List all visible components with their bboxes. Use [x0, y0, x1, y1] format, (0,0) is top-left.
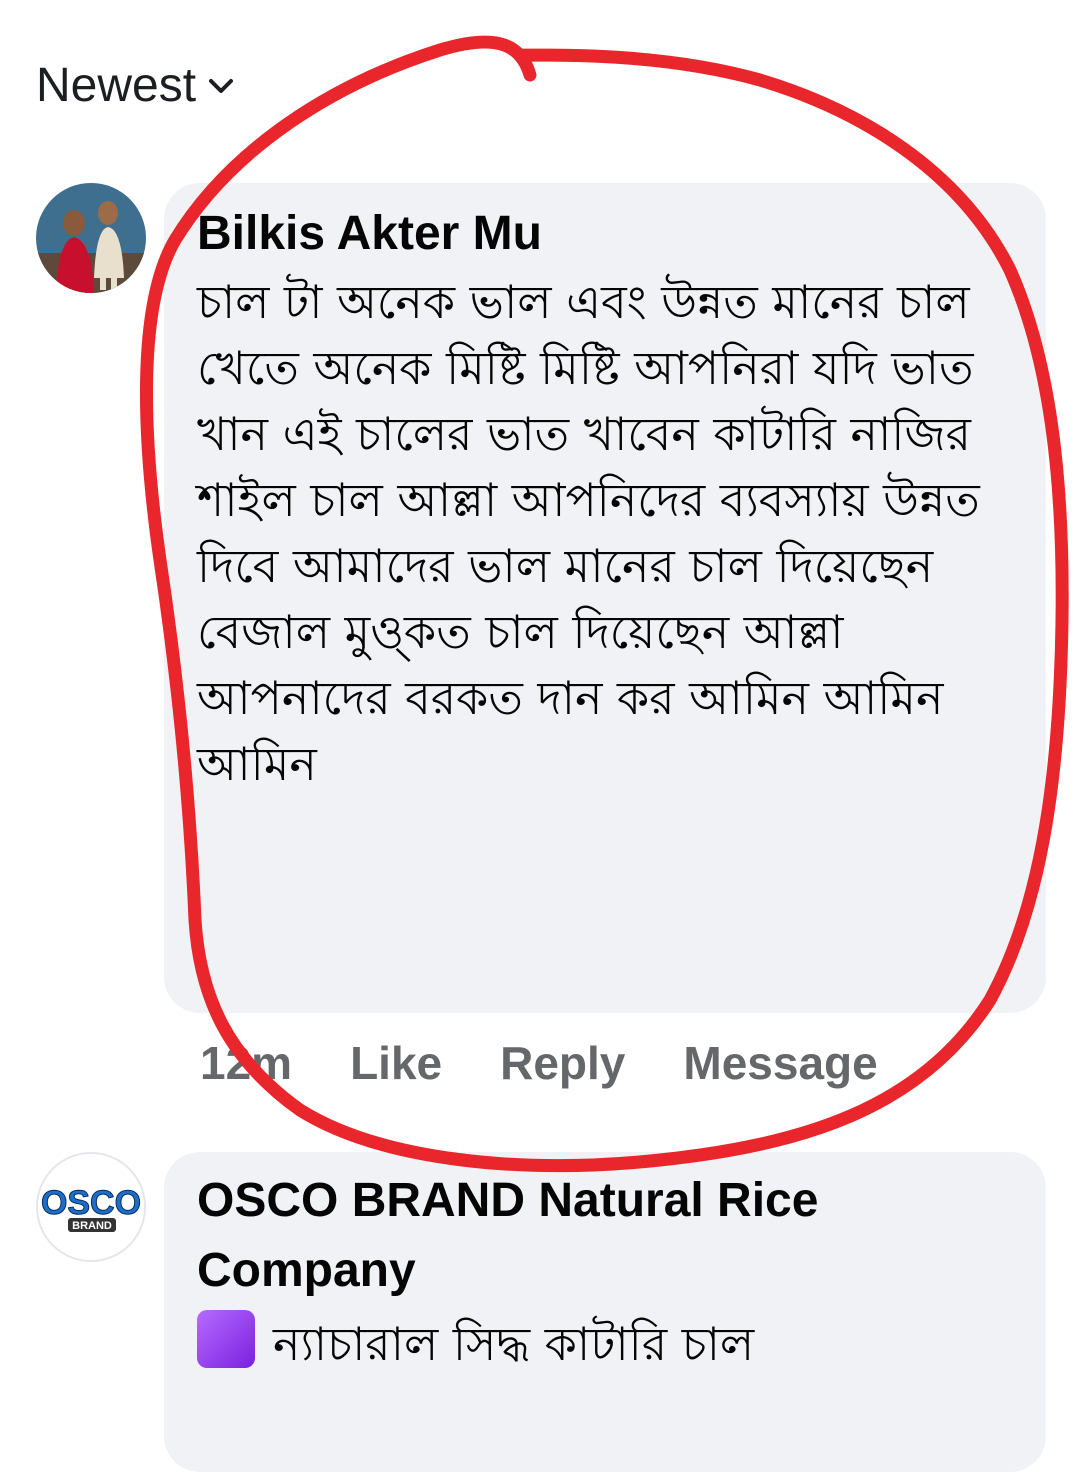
brand-logo-text: OSCO	[41, 1184, 141, 1222]
avatar[interactable]	[36, 183, 146, 293]
chevron-down-icon	[209, 78, 234, 93]
comment-text: চাল টা অনেক ভাল এবং উন্নত মানের চাল খেতে…	[197, 275, 980, 791]
avatar[interactable]: OSCO BRAND	[36, 1152, 146, 1262]
comment-author[interactable]: Bilkis Akter Mu	[197, 205, 1016, 263]
brand-logo: OSCO BRAND	[38, 1154, 144, 1260]
brand-logo-subtext: BRAND	[72, 1220, 112, 1232]
comment-author[interactable]: OSCO BRAND Natural Rice Company	[197, 1166, 1016, 1306]
reply-button[interactable]: Reply	[500, 1036, 625, 1090]
comment-text-line: ন্যাচারাল সিদ্ধ কাটারি চাল	[197, 1310, 1016, 1377]
comment-actions: 12m Like Reply Message	[200, 1036, 936, 1090]
purple-square-icon	[197, 1310, 255, 1368]
comment-timestamp[interactable]: 12m	[200, 1036, 292, 1090]
like-button[interactable]: Like	[350, 1036, 442, 1090]
sort-dropdown[interactable]: Newest	[36, 58, 234, 113]
message-button[interactable]: Message	[683, 1036, 877, 1090]
comment-bubble[interactable]: OSCO BRAND Natural Rice Company ন্যাচারা…	[164, 1152, 1046, 1472]
profile-photo	[36, 183, 146, 293]
sort-label: Newest	[36, 59, 197, 112]
comment-bubble[interactable]: Bilkis Akter Mu চাল টা অনেক ভাল এবং উন্ন…	[164, 183, 1046, 1013]
comment-text: ন্যাচারাল সিদ্ধ কাটারি চাল	[273, 1317, 755, 1371]
